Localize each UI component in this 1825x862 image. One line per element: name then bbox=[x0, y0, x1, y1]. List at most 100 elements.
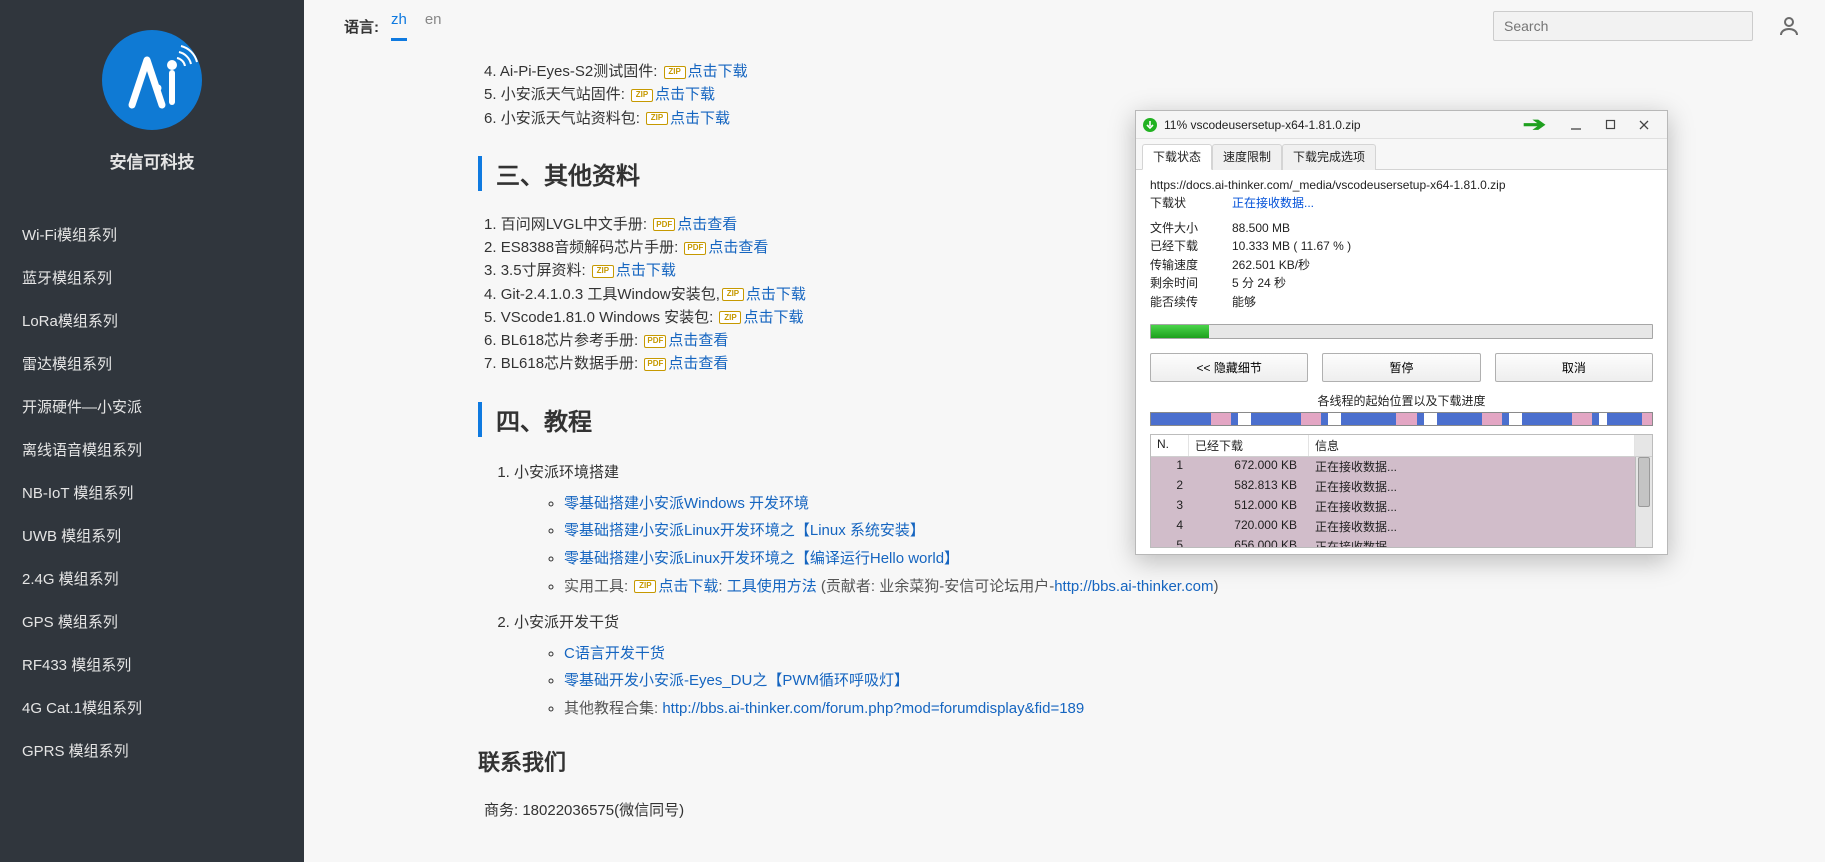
thread-segment bbox=[1301, 413, 1321, 425]
cancel-button[interactable]: 取消 bbox=[1495, 353, 1653, 382]
sidebar-item-4[interactable]: 开源硬件—小安派 bbox=[0, 385, 304, 428]
scrollbar-thumb[interactable] bbox=[1638, 457, 1650, 507]
zip-badge-icon: ZIP bbox=[664, 66, 686, 79]
sidebar-item-0[interactable]: Wi-Fi模组系列 bbox=[0, 213, 304, 256]
row-speed-value: 262.501 KB/秒 bbox=[1232, 256, 1310, 275]
resource-link[interactable]: 点击查看 bbox=[668, 355, 728, 372]
table-row[interactable]: 5656.000 KB正在接收数据... bbox=[1151, 537, 1635, 547]
external-url-link[interactable]: http://bbs.ai-thinker.com/forum.php?mod=… bbox=[662, 700, 1084, 717]
zip-badge-icon: ZIP bbox=[646, 112, 668, 125]
tutorial-link[interactable]: 零基础搭建小安派Linux开发环境之【Linux 系统安装】 bbox=[564, 522, 925, 539]
table-cell: 正在接收数据... bbox=[1309, 477, 1635, 497]
table-cell: 4 bbox=[1151, 517, 1189, 537]
contact-heading: 联系我们 bbox=[478, 745, 1424, 777]
tutorial-link[interactable]: 零基础搭建小安派Linux开发环境之【编译运行Hello world】 bbox=[564, 550, 959, 567]
maximize-button[interactable] bbox=[1593, 113, 1627, 137]
tab-download-status[interactable]: 下载状态 bbox=[1142, 144, 1212, 170]
thread-table-body[interactable]: 1672.000 KB正在接收数据...2582.813 KB正在接收数据...… bbox=[1151, 457, 1635, 547]
sidebar-item-11[interactable]: 4G Cat.1模组系列 bbox=[0, 686, 304, 729]
table-cell: 2 bbox=[1151, 477, 1189, 497]
lang-label: 语言: bbox=[344, 16, 379, 37]
th-n[interactable]: N. bbox=[1151, 435, 1189, 456]
table-cell: 582.813 KB bbox=[1189, 477, 1309, 497]
thread-segment bbox=[1321, 413, 1328, 425]
tutorial-sub1-title: 小安派环境搭建 bbox=[514, 464, 619, 481]
row-status-value[interactable]: 正在接收数据... bbox=[1232, 194, 1314, 213]
table-scrollbar[interactable] bbox=[1635, 457, 1652, 547]
tutorial-link[interactable]: 工具使用方法 bbox=[727, 578, 817, 595]
th-downloaded[interactable]: 已经下载 bbox=[1189, 435, 1309, 456]
tutorial-link[interactable]: 零基础开发小安派-Eyes_DU之【PWM循环呼吸灯】 bbox=[564, 672, 909, 689]
tutorial-link[interactable]: 点击下载 bbox=[658, 578, 718, 595]
zip-badge-icon: ZIP bbox=[631, 89, 653, 102]
list-item: 其他教程合集: http://bbs.ai-thinker.com/forum.… bbox=[564, 695, 1424, 723]
sidebar: 安信可科技 Wi-Fi模组系列蓝牙模组系列LoRa模组系列雷达模组系列开源硬件—… bbox=[0, 0, 304, 862]
hide-details-button[interactable]: << 隐藏细节 bbox=[1150, 353, 1308, 382]
external-url-link[interactable]: http://bbs.ai-thinker.com bbox=[1054, 578, 1213, 595]
thread-segment bbox=[1572, 413, 1592, 425]
table-cell: 656.000 KB bbox=[1189, 537, 1309, 547]
row-done-label: 已经下载 bbox=[1150, 237, 1232, 256]
minimize-button[interactable] bbox=[1559, 113, 1593, 137]
sidebar-item-6[interactable]: NB-IoT 模组系列 bbox=[0, 471, 304, 514]
sidebar-item-2[interactable]: LoRa模组系列 bbox=[0, 299, 304, 342]
download-link[interactable]: 点击下载 bbox=[670, 110, 730, 127]
row-speed-label: 传输速度 bbox=[1150, 256, 1232, 275]
row-remain-value: 5 分 24 秒 bbox=[1232, 274, 1286, 293]
resource-link[interactable]: 点击下载 bbox=[616, 262, 676, 279]
tutorial-link[interactable]: 零基础搭建小安派Windows 开发环境 bbox=[564, 495, 809, 512]
thread-segment bbox=[1341, 413, 1396, 425]
sidebar-item-8[interactable]: 2.4G 模组系列 bbox=[0, 557, 304, 600]
search-input[interactable] bbox=[1493, 11, 1753, 41]
download-link[interactable]: 点击下载 bbox=[688, 63, 748, 80]
list-item: 零基础开发小安派-Eyes_DU之【PWM循环呼吸灯】 bbox=[564, 667, 1424, 695]
list-item: 实用工具: ZIP点击下载: 工具使用方法 (贡献者: 业余菜狗-安信可论坛用户… bbox=[564, 573, 1424, 601]
lang-en[interactable]: en bbox=[425, 11, 442, 41]
user-icon[interactable] bbox=[1777, 14, 1801, 38]
sidebar-item-10[interactable]: RF433 模组系列 bbox=[0, 643, 304, 686]
sidebar-item-3[interactable]: 雷达模组系列 bbox=[0, 342, 304, 385]
logo-icon bbox=[102, 30, 202, 130]
thread-segment bbox=[1251, 413, 1301, 425]
thread-segment bbox=[1642, 413, 1652, 425]
download-dialog: 11% vscodeusersetup-x64-1.81.0.zip ➔ 下载状… bbox=[1135, 110, 1668, 555]
resource-link[interactable]: 点击下载 bbox=[743, 309, 803, 326]
tutorial-link[interactable]: C语言开发干货 bbox=[564, 645, 665, 662]
sidebar-item-1[interactable]: 蓝牙模组系列 bbox=[0, 256, 304, 299]
th-info[interactable]: 信息 bbox=[1309, 435, 1635, 456]
zip-badge-icon: ZIP bbox=[592, 265, 614, 278]
table-row[interactable]: 3512.000 KB正在接收数据... bbox=[1151, 497, 1635, 517]
dialog-titlebar[interactable]: 11% vscodeusersetup-x64-1.81.0.zip ➔ bbox=[1136, 111, 1667, 139]
tab-speed-limit[interactable]: 速度限制 bbox=[1212, 144, 1282, 170]
table-cell: 正在接收数据... bbox=[1309, 537, 1635, 547]
topbar: 语言: zh en bbox=[304, 0, 1825, 52]
thread-segment bbox=[1151, 413, 1211, 425]
row-resume-label: 能否续传 bbox=[1150, 293, 1232, 312]
table-row[interactable]: 2582.813 KB正在接收数据... bbox=[1151, 477, 1635, 497]
close-button[interactable] bbox=[1627, 113, 1661, 137]
download-link[interactable]: 点击下载 bbox=[655, 86, 715, 103]
table-row[interactable]: 1672.000 KB正在接收数据... bbox=[1151, 457, 1635, 477]
sidebar-item-7[interactable]: UWB 模组系列 bbox=[0, 514, 304, 557]
firmware-item: 小安派天气站固件: ZIP点击下载 bbox=[484, 83, 1424, 106]
table-row[interactable]: 4720.000 KB正在接收数据... bbox=[1151, 517, 1635, 537]
resource-link[interactable]: 点击查看 bbox=[668, 332, 728, 349]
thread-segment bbox=[1592, 413, 1599, 425]
table-cell: 512.000 KB bbox=[1189, 497, 1309, 517]
tutorial-sub2-list: C语言开发干货零基础开发小安派-Eyes_DU之【PWM循环呼吸灯】其他教程合集… bbox=[524, 640, 1424, 723]
scrollbar-gutter bbox=[1635, 435, 1652, 456]
sidebar-item-9[interactable]: GPS 模组系列 bbox=[0, 600, 304, 643]
resource-link[interactable]: 点击查看 bbox=[708, 239, 768, 256]
thread-table: N. 已经下载 信息 1672.000 KB正在接收数据...2582.813 … bbox=[1150, 434, 1653, 548]
resource-link[interactable]: 点击查看 bbox=[677, 216, 737, 233]
lang-zh[interactable]: zh bbox=[391, 11, 407, 41]
sidebar-item-5[interactable]: 离线语音模组系列 bbox=[0, 428, 304, 471]
pause-button[interactable]: 暂停 bbox=[1322, 353, 1480, 382]
row-remain-label: 剩余时间 bbox=[1150, 274, 1232, 293]
table-cell: 正在接收数据... bbox=[1309, 457, 1635, 477]
sidebar-item-12[interactable]: GPRS 模组系列 bbox=[0, 729, 304, 772]
row-done-value: 10.333 MB ( 11.67 % ) bbox=[1232, 237, 1351, 256]
tab-on-complete[interactable]: 下载完成选项 bbox=[1282, 144, 1376, 170]
resource-link[interactable]: 点击下载 bbox=[746, 286, 806, 303]
zip-badge-icon: ZIP bbox=[722, 288, 744, 301]
